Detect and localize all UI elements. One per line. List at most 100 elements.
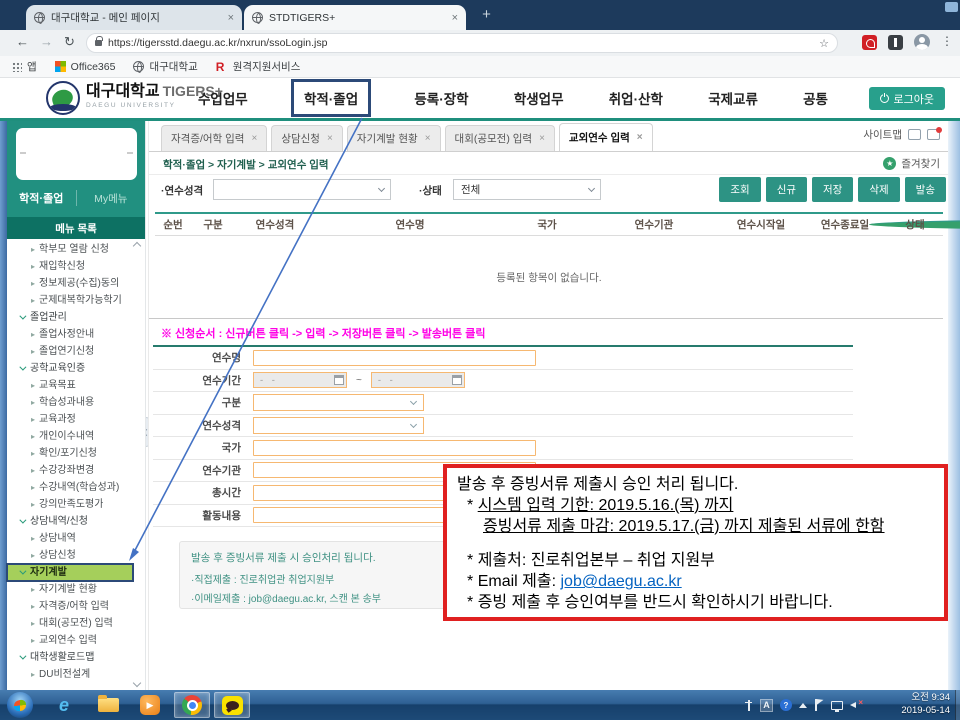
address-bar[interactable]: https://tigersstd.daegu.ac.kr/nxrun/ssoL…	[86, 33, 838, 53]
profile-avatar-icon[interactable]	[914, 34, 930, 50]
status-filter-select[interactable]: 전체	[453, 179, 601, 200]
taskbar-media-player-icon[interactable]: ▶	[134, 692, 166, 718]
start-date-input[interactable]: - -	[253, 372, 347, 388]
nav-student-affairs[interactable]: 학생업무	[512, 82, 566, 114]
close-icon[interactable]: ×	[539, 133, 545, 144]
nav-employment-industry[interactable]: 취업·산학	[607, 82, 665, 114]
forward-icon[interactable]: →	[40, 34, 53, 49]
sidebar-item[interactable]: 수강내역(학습성과)	[7, 479, 145, 496]
sidebar-item[interactable]: 강의만족도평가	[7, 496, 145, 513]
apps-bookmark[interactable]: 앱	[12, 59, 37, 74]
back-icon[interactable]: ←	[16, 34, 29, 49]
bookmark-remote-support[interactable]: R 원격지원서비스	[216, 59, 301, 74]
help-icon[interactable]: ?	[780, 699, 792, 711]
nav-academic-graduation[interactable]: 학적·졸업	[291, 79, 371, 117]
sidebar-item[interactable]: 교외연수 입력	[7, 632, 145, 649]
send-button[interactable]: 발송	[905, 177, 946, 202]
sidebar-item[interactable]: 상담신청	[7, 547, 145, 564]
sidebar-item[interactable]: 개인이수내역	[7, 428, 145, 445]
close-icon[interactable]: ×	[251, 133, 257, 144]
delete-button[interactable]: 삭제	[858, 177, 899, 202]
save-button[interactable]: 저장	[812, 177, 853, 202]
workspace-tab[interactable]: 상담신청×	[271, 125, 342, 151]
sidebar-group[interactable]: 공학교육인증	[7, 360, 145, 377]
end-date-input[interactable]: - -	[371, 372, 465, 388]
sidebar-item[interactable]: 대회(공모전) 입력	[7, 615, 145, 632]
training-name-input[interactable]	[253, 350, 536, 366]
sidebar-item[interactable]: 정보제공(수집)동의	[7, 275, 145, 292]
nav-registration-scholarship[interactable]: 등록·장학	[412, 82, 470, 114]
sidebar-item[interactable]: 수강강좌변경	[7, 462, 145, 479]
reload-icon[interactable]: ↻	[64, 34, 75, 50]
nav-common[interactable]: 공통	[801, 82, 830, 114]
sidebar-tab-academic[interactable]: 학적·졸업	[7, 190, 77, 206]
workspace-tab[interactable]: 대회(공모전) 입력×	[445, 125, 555, 151]
bookmark-daegu-univ[interactable]: 대구대학교	[133, 59, 197, 74]
tab-external-training[interactable]: 교외연수 입력×	[559, 123, 653, 151]
sidebar-group[interactable]: 졸업관리	[7, 309, 145, 326]
new-button[interactable]: 신규	[766, 177, 807, 202]
sidebar-tab-mymenu[interactable]: My메뉴	[77, 191, 146, 206]
language-bar-icon[interactable]	[744, 700, 753, 711]
taskbar-clock[interactable]: 오전 9:34 2019-05-14	[901, 692, 950, 718]
training-character-filter-select[interactable]	[213, 179, 391, 200]
url-text[interactable]: https://tigersstd.daegu.ac.kr/nxrun/ssoL…	[108, 37, 813, 49]
logout-button[interactable]: 로그아웃	[869, 87, 945, 110]
nav-courses[interactable]: 수업업무	[196, 82, 250, 114]
sidebar-item[interactable]: 자기계발 현황	[7, 581, 145, 598]
close-all-windows-icon[interactable]	[927, 129, 940, 140]
sidebar-item[interactable]: 학습성과내용	[7, 394, 145, 411]
taskbar-ie-icon[interactable]: e	[48, 692, 80, 718]
close-tab-icon[interactable]: ×	[452, 12, 458, 24]
university-logo-icon[interactable]	[46, 81, 80, 115]
calendar-icon[interactable]	[334, 375, 344, 385]
calendar-icon[interactable]	[452, 375, 462, 385]
favorites-button[interactable]: ★ 즐겨찾기	[883, 156, 940, 171]
email-link[interactable]: job@daegu.ac.kr	[560, 573, 681, 590]
sidebar-item[interactable]: 자격증/어학 입력	[7, 598, 145, 615]
sidebar-item[interactable]: DU비전설계	[7, 666, 145, 683]
sidebar-item[interactable]: 재입학신청	[7, 258, 145, 275]
search-button[interactable]: 조회	[719, 177, 760, 202]
close-icon[interactable]: ×	[327, 133, 333, 144]
show-desktop-button[interactable]	[955, 690, 960, 720]
division-select[interactable]	[253, 394, 424, 411]
start-button[interactable]	[7, 692, 33, 718]
close-tab-icon[interactable]: ×	[228, 12, 234, 24]
training-character-select[interactable]	[253, 417, 424, 434]
sidebar-item[interactable]: 확인/포기신청	[7, 445, 145, 462]
network-icon[interactable]	[831, 701, 843, 710]
nav-international[interactable]: 국제교류	[706, 82, 760, 114]
window-controls[interactable]	[945, 2, 958, 12]
sidebar-item[interactable]: 졸업사정안내	[7, 326, 145, 343]
sidebar-item[interactable]: 졸업연기신청	[7, 343, 145, 360]
close-icon[interactable]: ×	[425, 133, 431, 144]
scrollbar[interactable]	[948, 121, 960, 690]
sidebar-item[interactable]: 학부모 열람 신청	[7, 241, 145, 258]
browser-tab[interactable]: 대구대학교 - 메인 페이지 ×	[26, 5, 242, 30]
browser-menu-icon[interactable]: ⋮	[941, 34, 953, 48]
extension-icon[interactable]	[888, 35, 903, 50]
open-window-icon[interactable]	[908, 129, 921, 140]
sidebar-group[interactable]: 대학생활로드맵	[7, 649, 145, 666]
adobe-extension-icon[interactable]	[862, 35, 877, 50]
taskbar-chrome-button[interactable]	[174, 692, 210, 718]
browser-tab-active[interactable]: STDTIGERS+ ×	[244, 5, 466, 30]
sidebar-group[interactable]: 상담내역/신청	[7, 513, 145, 530]
sidebar-item-self-development[interactable]: 자기계발	[7, 564, 133, 581]
tray-expand-icon[interactable]	[799, 703, 807, 708]
sidebar-item[interactable]: 교육과정	[7, 411, 145, 428]
bookmark-star-icon[interactable]: ☆	[819, 37, 829, 50]
country-input[interactable]	[253, 440, 536, 456]
sidebar-item[interactable]: 상담내역	[7, 530, 145, 547]
taskbar-explorer-icon[interactable]	[92, 692, 124, 718]
action-center-flag-icon[interactable]	[814, 699, 824, 711]
close-icon[interactable]: ×	[637, 132, 643, 143]
workspace-tab[interactable]: 자격증/어학 입력×	[161, 125, 267, 151]
sitemap-label[interactable]: 사이트맵	[863, 127, 902, 142]
sidebar-item[interactable]: 교육목표	[7, 377, 145, 394]
volume-muted-icon[interactable]	[850, 699, 862, 711]
bookmark-office365[interactable]: Office365	[55, 61, 116, 73]
new-tab-button[interactable]: +	[478, 7, 495, 24]
sidebar-item[interactable]: 군제대복학가능학기	[7, 292, 145, 309]
